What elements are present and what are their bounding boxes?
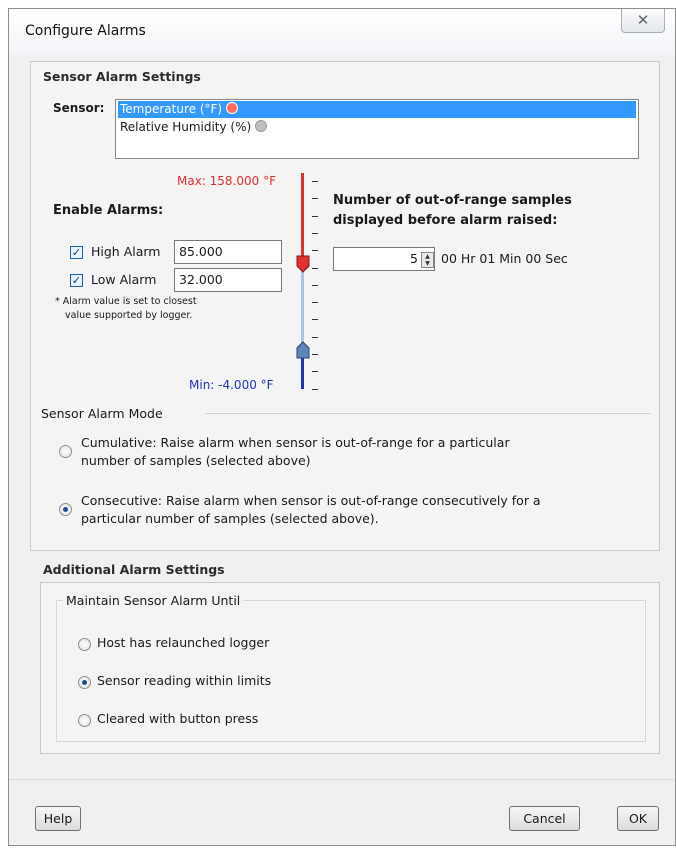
samples-count-field[interactable]: 5 — [333, 247, 435, 271]
samples-count-value: 5 — [410, 251, 418, 266]
ok-button[interactable]: OK — [617, 806, 659, 831]
scale-tick — [312, 302, 318, 304]
enable-alarms-heading: Enable Alarms: — [53, 203, 164, 218]
sensor-item-label: Relative Humidity (%) — [120, 120, 252, 134]
high-alarm-value-field[interactable]: 85.000 — [174, 240, 282, 264]
sensor-alarm-mode-heading: Sensor Alarm Mode — [41, 406, 163, 421]
close-button[interactable]: ✕ — [621, 9, 665, 33]
cumulative-radio[interactable] — [59, 445, 72, 458]
sensor-label: Sensor: — [53, 101, 105, 115]
close-icon[interactable]: ✕ — [637, 11, 650, 29]
scale-normal-range — [301, 261, 304, 349]
scale-tick — [312, 198, 318, 200]
scale-tick — [312, 371, 318, 373]
cleared-button-press-radio[interactable] — [78, 714, 91, 727]
sensor-item-temperature[interactable]: Temperature (°F) — [118, 101, 636, 118]
sensor-item-humidity[interactable]: Relative Humidity (%) — [118, 119, 636, 136]
high-alarm-slider-handle[interactable] — [296, 255, 310, 273]
low-alarm-value-field[interactable]: 32.000 — [174, 268, 282, 292]
samples-duration: 00 Hr 01 Min 00 Sec — [441, 251, 568, 266]
scale-tick — [312, 250, 318, 252]
alarm-clock-icon — [255, 120, 268, 132]
scale-max-label: Max: 158.000 °F — [177, 174, 277, 188]
sensor-alarm-settings-heading: Sensor Alarm Settings — [43, 69, 201, 84]
consecutive-radio[interactable] — [59, 503, 72, 516]
configure-alarms-dialog: Configure Alarms ✕ Sensor Alarm Settings… — [8, 8, 676, 846]
low-alarm-label: Low Alarm — [91, 272, 157, 287]
title-bar: Configure Alarms ✕ — [9, 9, 675, 55]
samples-count-spinner[interactable]: ▲ ▼ — [421, 252, 434, 268]
reading-within-limits-label: Sensor reading within limits — [97, 673, 272, 688]
alarm-clock-icon — [226, 102, 239, 114]
cleared-button-press-label: Cleared with button press — [97, 711, 259, 726]
scale-tick — [312, 267, 318, 269]
scale-tick — [312, 181, 318, 182]
sensor-item-label: Temperature (°F) — [120, 102, 223, 116]
additional-alarm-settings-heading: Additional Alarm Settings — [43, 562, 225, 577]
cumulative-label-line-1: Cumulative: Raise alarm when sensor is o… — [81, 435, 510, 450]
high-alarm-checkbox[interactable]: ✓ — [70, 246, 83, 259]
alarm-note-line-2: value supported by logger. — [65, 310, 193, 321]
scale-tick — [312, 284, 318, 286]
scale-tick — [312, 232, 318, 234]
scale-tick — [312, 354, 318, 355]
low-alarm-slider-handle[interactable] — [296, 341, 310, 359]
low-alarm-checkbox[interactable]: ✓ — [70, 274, 83, 287]
scale-min-label: Min: -4.000 °F — [189, 378, 274, 392]
samples-heading-line-1: Number of out-of-range samples — [333, 193, 572, 208]
help-button[interactable]: Help — [35, 806, 81, 831]
alarm-note-line-1: * Alarm value is set to closest — [55, 296, 197, 307]
host-relaunched-label: Host has relaunched logger — [97, 635, 270, 650]
scale-tick — [312, 215, 318, 217]
scale-tick — [312, 388, 318, 390]
scale-high-range — [301, 173, 304, 261]
reading-within-limits-radio[interactable] — [78, 676, 91, 689]
maintain-alarm-group-label: Maintain Sensor Alarm Until — [63, 593, 244, 608]
mode-divider — [205, 413, 651, 414]
scale-tick — [312, 319, 318, 321]
cancel-button[interactable]: Cancel — [509, 806, 580, 831]
samples-heading-line-2: displayed before alarm raised: — [333, 213, 558, 228]
high-alarm-label: High Alarm — [91, 244, 161, 259]
consecutive-label-line-1: Consecutive: Raise alarm when sensor is … — [81, 493, 541, 508]
consecutive-label-line-2: particular number of samples (selected a… — [81, 511, 379, 526]
window-title: Configure Alarms — [25, 23, 146, 39]
footer-divider — [9, 779, 675, 780]
host-relaunched-radio[interactable] — [78, 638, 91, 651]
scale-tick — [312, 336, 318, 338]
cumulative-label-line-2: number of samples (selected above) — [81, 453, 311, 468]
sensor-listbox[interactable]: Temperature (°F) Relative Humidity (%) — [115, 99, 639, 159]
